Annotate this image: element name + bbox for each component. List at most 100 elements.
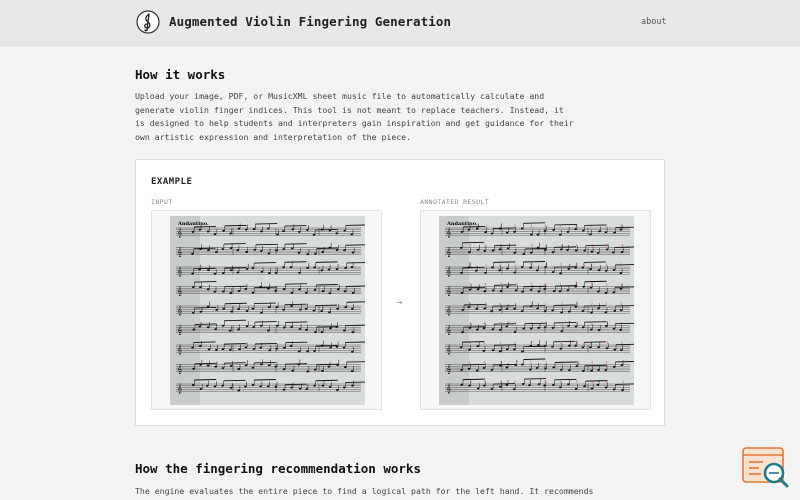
how-it-works-description: Upload your image, PDF, or MusicXML shee… — [135, 91, 574, 142]
svg-text:3: 3 — [590, 282, 592, 286]
site-title[interactable]: Augmented Violin Fingering Generation — [169, 14, 451, 29]
svg-text:2: 2 — [605, 224, 607, 228]
svg-text:4: 4 — [606, 263, 608, 267]
svg-text:3: 3 — [576, 380, 578, 384]
svg-text:3: 3 — [606, 282, 608, 286]
svg-text:2: 2 — [621, 360, 623, 364]
svg-text:4: 4 — [514, 380, 516, 384]
svg-text:1: 1 — [590, 341, 592, 345]
svg-text:3: 3 — [544, 380, 546, 384]
svg-text:3: 3 — [469, 243, 471, 247]
svg-text:𝄞: 𝄞 — [446, 247, 451, 258]
svg-text:1: 1 — [560, 282, 562, 286]
svg-text:2: 2 — [545, 302, 547, 306]
svg-text:𝄞: 𝄞 — [446, 364, 451, 375]
svg-text:𝄞: 𝄞 — [446, 344, 451, 355]
fingering-description: The engine evaluates the entire piece to… — [135, 486, 594, 496]
fingering-heading: How the fingering recommendation works — [135, 461, 421, 476]
svg-text:1: 1 — [590, 263, 592, 267]
svg-text:2: 2 — [468, 224, 470, 228]
svg-text:4: 4 — [575, 263, 577, 267]
search-assistant-icon[interactable] — [741, 445, 791, 491]
svg-text:1: 1 — [590, 224, 592, 228]
svg-text:𝄞: 𝄞 — [177, 383, 182, 394]
svg-text:1: 1 — [469, 380, 471, 384]
svg-text:4: 4 — [545, 263, 547, 267]
svg-text:1: 1 — [468, 263, 470, 267]
svg-text:3: 3 — [620, 263, 622, 267]
svg-text:3: 3 — [544, 224, 546, 228]
svg-text:2: 2 — [591, 302, 593, 306]
svg-text:4: 4 — [469, 341, 471, 345]
svg-text:𝄞: 𝄞 — [177, 266, 182, 277]
svg-text:𝄞: 𝄞 — [177, 325, 182, 336]
svg-text:2: 2 — [621, 341, 623, 345]
svg-text:1: 1 — [622, 380, 624, 384]
svg-text:2: 2 — [468, 302, 470, 306]
svg-text:2: 2 — [484, 243, 486, 247]
svg-text:2: 2 — [530, 282, 532, 286]
svg-text:𝄞: 𝄞 — [177, 247, 182, 258]
svg-text:1: 1 — [499, 263, 501, 267]
svg-text:1: 1 — [560, 380, 562, 384]
svg-text:1: 1 — [499, 243, 501, 247]
svg-text:𝄞: 𝄞 — [177, 344, 182, 355]
svg-text:2: 2 — [576, 360, 578, 364]
svg-text:1: 1 — [607, 243, 609, 247]
svg-text:1: 1 — [531, 321, 533, 325]
svg-text:1: 1 — [620, 321, 622, 325]
svg-text:1: 1 — [606, 321, 608, 325]
svg-text:𝄞: 𝄞 — [446, 286, 451, 297]
svg-text:4: 4 — [561, 243, 563, 247]
svg-text:1: 1 — [514, 302, 516, 306]
svg-text:2: 2 — [544, 282, 546, 286]
svg-text:2: 2 — [620, 224, 622, 228]
svg-text:2: 2 — [514, 224, 516, 228]
svg-text:1: 1 — [575, 302, 577, 306]
svg-text:4: 4 — [575, 224, 577, 228]
svg-text:2: 2 — [485, 224, 487, 228]
svg-text:2: 2 — [560, 224, 562, 228]
svg-text:2: 2 — [591, 360, 593, 364]
svg-text:𝄞: 𝄞 — [446, 266, 451, 277]
svg-text:3: 3 — [560, 341, 562, 345]
svg-text:1: 1 — [621, 302, 623, 306]
how-it-works-heading: How it works — [135, 67, 226, 82]
svg-text:4: 4 — [484, 321, 486, 325]
svg-text:4: 4 — [575, 282, 577, 286]
svg-text:4: 4 — [499, 302, 501, 306]
svg-text:2: 2 — [545, 341, 547, 345]
svg-text:3: 3 — [530, 341, 532, 345]
svg-text:2: 2 — [469, 360, 471, 364]
svg-text:1: 1 — [545, 243, 547, 247]
svg-text:1: 1 — [484, 302, 486, 306]
svg-text:1: 1 — [561, 360, 563, 364]
treble-clef-icon[interactable] — [136, 10, 160, 34]
svg-text:3: 3 — [516, 282, 518, 286]
svg-text:2: 2 — [469, 321, 471, 325]
svg-text:2: 2 — [515, 360, 517, 364]
input-image-frame: Andantino. 𝄞 𝄞 𝄞 𝄞 𝄞 𝄞 𝄞 𝄞 𝄞 — [151, 210, 382, 410]
svg-text:Andantino.: Andantino. — [177, 221, 209, 227]
svg-text:𝄞: 𝄞 — [446, 305, 451, 316]
svg-text:3: 3 — [605, 302, 607, 306]
svg-text:4: 4 — [514, 243, 516, 247]
svg-text:2: 2 — [561, 302, 563, 306]
svg-text:1: 1 — [576, 243, 578, 247]
svg-text:4: 4 — [500, 380, 502, 384]
svg-text:3: 3 — [531, 302, 533, 306]
svg-text:1: 1 — [531, 224, 533, 228]
svg-text:3: 3 — [607, 341, 609, 345]
svg-text:3: 3 — [561, 321, 563, 325]
nav-about-link[interactable]: about — [641, 17, 667, 27]
svg-text:1: 1 — [485, 263, 487, 267]
svg-text:1: 1 — [575, 341, 577, 345]
svg-text:𝄞: 𝄞 — [446, 383, 451, 394]
svg-text:𝄞: 𝄞 — [446, 325, 451, 336]
svg-text:1: 1 — [591, 321, 593, 325]
svg-text:2: 2 — [591, 243, 593, 247]
svg-text:1: 1 — [514, 263, 516, 267]
svg-text:4: 4 — [469, 282, 471, 286]
svg-text:Andantino.: Andantino. — [446, 221, 478, 227]
result-image-frame: Andantino. 𝄞 2 2 2 2 1 3 2 4 1 2 2 𝄞 3 2 1 4 3 1 4 1 2 1 4 𝄞 1 1 1 1 2… — [420, 210, 651, 410]
